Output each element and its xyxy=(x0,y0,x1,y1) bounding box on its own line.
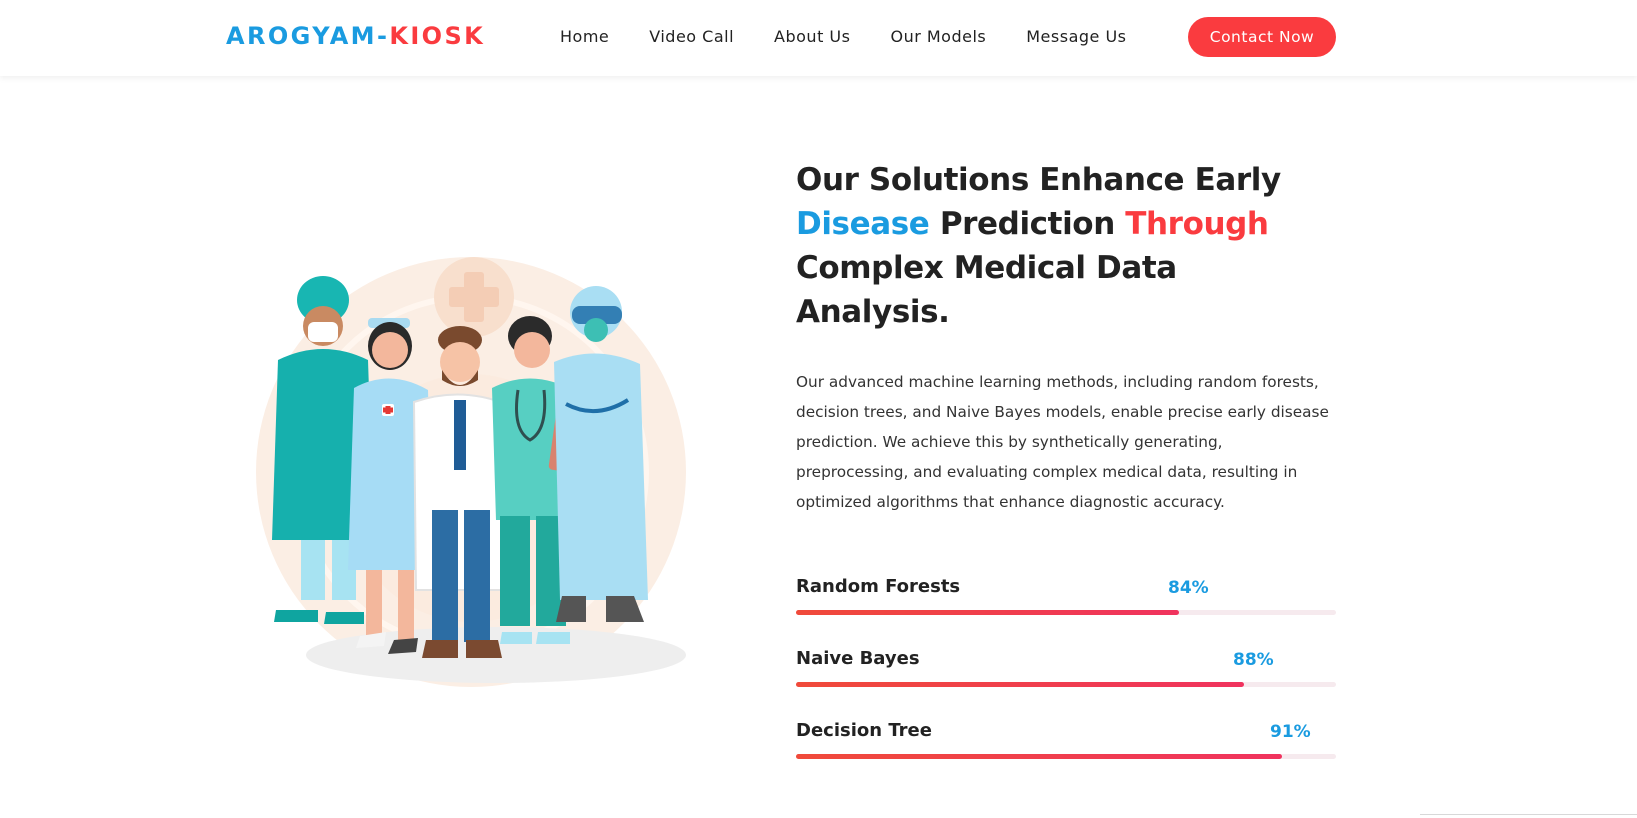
progress-track xyxy=(796,682,1336,687)
hero-description: Our advanced machine learning methods, i… xyxy=(796,373,1329,511)
progress-track xyxy=(796,754,1336,759)
nav-our-models[interactable]: Our Models xyxy=(890,27,986,46)
brand-part-1: AROGYAM- xyxy=(226,22,390,50)
nav-message-us[interactable]: Message Us xyxy=(1026,27,1126,46)
brand-logo[interactable]: AROGYAM-KIOSK xyxy=(226,22,485,50)
heading-line-4: Analysis. xyxy=(796,294,950,330)
skill-name: Decision Tree xyxy=(796,720,932,741)
progress-fill xyxy=(796,754,1282,759)
medical-team-illustration xyxy=(256,240,696,700)
nav-about-us[interactable]: About Us xyxy=(774,27,850,46)
page-edge-divider xyxy=(1420,814,1637,815)
progress-track xyxy=(796,610,1336,615)
brand-part-2: KIOSK xyxy=(389,22,486,50)
skill-decision-tree: Decision Tree 91% xyxy=(796,720,1336,770)
skill-name: Naive Bayes xyxy=(796,648,920,669)
progress-fill xyxy=(796,682,1245,687)
nav-home[interactable]: Home xyxy=(560,27,609,46)
hero-heading: Our Solutions Enhance Early Disease Pred… xyxy=(796,158,1316,334)
skill-naive-bayes: Naive Bayes 88% xyxy=(796,648,1336,698)
heading-highlight-disease: Disease xyxy=(796,206,930,242)
heading-line-3: Complex Medical Data xyxy=(796,250,1177,286)
skill-percent: 91% xyxy=(1270,722,1311,742)
skill-percent: 88% xyxy=(1233,650,1274,670)
skill-percent: 84% xyxy=(1168,578,1209,598)
heading-line-1: Our Solutions Enhance Early xyxy=(796,162,1281,198)
heading-highlight-through: Through xyxy=(1125,206,1269,242)
medical-team-icon xyxy=(256,257,686,687)
skill-random-forests: Random Forests 84% xyxy=(796,576,1336,626)
heading-middle: Prediction xyxy=(929,206,1126,242)
progress-fill xyxy=(796,610,1180,615)
skill-name: Random Forests xyxy=(796,576,961,597)
navbar: AROGYAM-KIOSK Home Video Call About Us O… xyxy=(0,0,1637,76)
nav-video-call[interactable]: Video Call xyxy=(649,27,734,46)
main-nav: Home Video Call About Us Our Models Mess… xyxy=(560,27,1127,46)
contact-now-button[interactable]: Contact Now xyxy=(1188,17,1336,57)
